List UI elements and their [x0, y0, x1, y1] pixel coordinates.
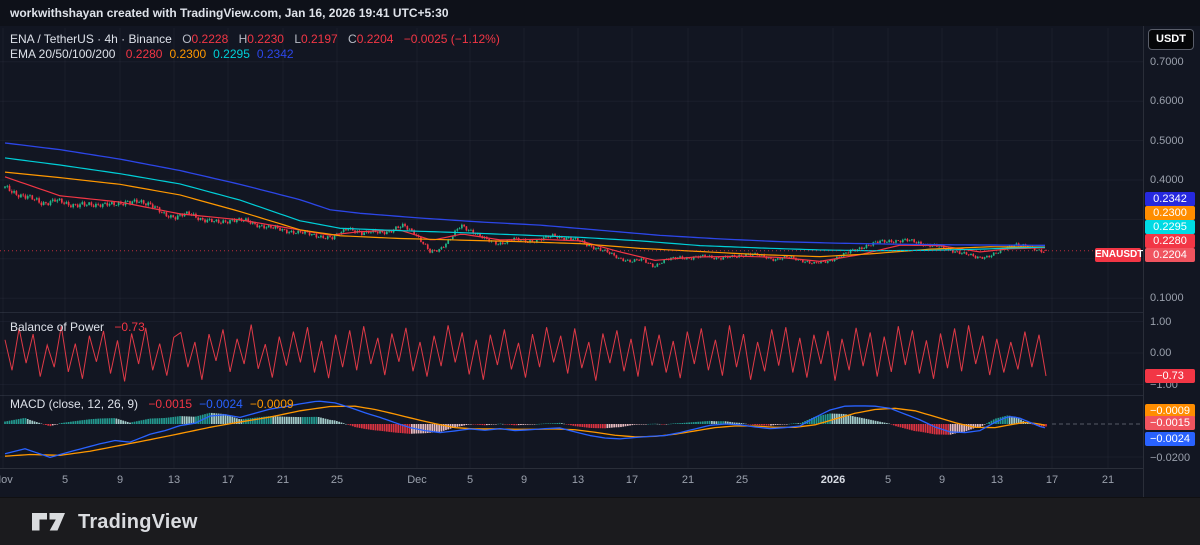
open-value: 0.2228	[192, 32, 229, 46]
time-axis-label: 9	[117, 474, 123, 486]
ema-value: 0.2300	[169, 47, 206, 61]
time-axis-label: Dec	[407, 474, 427, 486]
attribution-text: workwithshayan created with TradingView.…	[10, 6, 449, 20]
time-axis[interactable]: Nov 5 9 13 17 21 25 Dec 5 9 13 17 21 25 2026 5 9 13 17 21	[0, 469, 1143, 497]
macd-value: −0.0024	[199, 397, 243, 411]
tradingview-snapshot: workwithshayan created with TradingView.…	[0, 0, 1200, 545]
change-value: −0.0025 (−1.12%)	[404, 32, 500, 46]
ema-value: 0.2280	[126, 47, 163, 61]
time-axis-label: 21	[1102, 474, 1114, 486]
pane-separator-bop[interactable]	[0, 312, 1143, 313]
price-badge: 0.2280	[1145, 234, 1195, 248]
price-badge: 0.2204	[1145, 248, 1195, 262]
high-label: H	[239, 32, 248, 46]
time-axis-label: 17	[626, 474, 638, 486]
symbol-legend[interactable]: ENA / TetherUS · 4h · Binance O0.2228 H0…	[10, 32, 500, 46]
close-value: 0.2204	[357, 32, 394, 46]
high-value: 0.2230	[247, 32, 284, 46]
symbol-title: ENA / TetherUS · 4h · Binance	[10, 32, 172, 46]
time-axis-label: 13	[168, 474, 180, 486]
time-axis-label: 25	[736, 474, 748, 486]
ema-value: 0.2295	[213, 47, 250, 61]
attribution-bar: workwithshayan created with TradingView.…	[0, 0, 1200, 27]
time-axis-label: 5	[467, 474, 473, 486]
ema-legend-values: 0.2280 0.2300 0.2295 0.2342	[119, 47, 294, 61]
price-axis-label: 0.7000	[1144, 55, 1200, 69]
time-axis-label: 17	[222, 474, 234, 486]
price-line-symbol-tag: ENAUSDT	[1095, 248, 1141, 262]
macd-legend[interactable]: MACD (close, 12, 26, 9) −0.0015−0.0024−0…	[10, 397, 294, 411]
currency-toggle-button[interactable]: USDT	[1148, 29, 1194, 50]
chart-panes[interactable]	[0, 26, 1143, 497]
bop-value-badge: −0.73	[1145, 369, 1195, 383]
price-axis-label: 0.6000	[1144, 94, 1200, 108]
tradingview-brand-text[interactable]: TradingView	[78, 511, 198, 534]
time-axis-label: 5	[885, 474, 891, 486]
bop-legend-title: Balance of Power	[10, 320, 104, 334]
price-axis[interactable]: USDT 0.70000.60000.50000.40000.30000.200…	[1143, 26, 1200, 497]
time-axis-label: 25	[331, 474, 343, 486]
price-axis-label: 0.1000	[1144, 291, 1200, 305]
low-value: 0.2197	[301, 32, 338, 46]
time-axis-label: Nov	[0, 474, 13, 486]
tradingview-logo-icon[interactable]	[30, 508, 68, 536]
price-axis-label: 0.5000	[1144, 134, 1200, 148]
price-badge: 0.2342	[1145, 192, 1195, 206]
bop-legend-value: −0.73	[114, 320, 144, 334]
macd-legend-title: MACD (close, 12, 26, 9)	[10, 397, 138, 411]
macd-value-badge: −0.0024	[1145, 432, 1195, 446]
price-badge: 0.2300	[1145, 206, 1195, 220]
ema-value: 0.2342	[257, 47, 294, 61]
macd-axis-label: −0.0200	[1144, 451, 1200, 465]
time-axis-label: 21	[277, 474, 289, 486]
chart-area: ENA / TetherUS · 4h · Binance O0.2228 H0…	[0, 26, 1200, 497]
time-axis-separator	[0, 468, 1200, 469]
candle-bodies	[4, 186, 1047, 268]
time-axis-label: 5	[62, 474, 68, 486]
time-axis-label: 9	[939, 474, 945, 486]
ema-legend-title: EMA 20/50/100/200	[10, 47, 115, 61]
time-axis-label: 13	[991, 474, 1003, 486]
time-axis-label: 21	[682, 474, 694, 486]
close-label: C	[348, 32, 357, 46]
price-badge: 0.2295	[1145, 220, 1195, 234]
bop-axis-label: 0.00	[1144, 346, 1200, 360]
low-label: L	[294, 32, 301, 46]
footer-bar: TradingView	[0, 497, 1200, 545]
chart-canvas[interactable]	[0, 26, 1143, 497]
candle-wicks	[5, 184, 1046, 267]
pane-separator-macd[interactable]	[0, 395, 1143, 396]
ema-legend[interactable]: EMA 20/50/100/200 0.2280 0.2300 0.2295 0.23…	[10, 47, 294, 61]
macd-value: −0.0015	[148, 397, 192, 411]
macd-value: −0.0009	[250, 397, 294, 411]
time-axis-label: 2026	[821, 474, 845, 486]
bop-axis-label: 1.00	[1144, 315, 1200, 329]
time-axis-label: 13	[572, 474, 584, 486]
time-axis-label: 17	[1046, 474, 1058, 486]
price-axis-label: 0.4000	[1144, 173, 1200, 187]
bop-legend[interactable]: Balance of Power −0.73	[10, 320, 145, 334]
macd-legend-values: −0.0015 −0.0024 −0.0009	[141, 397, 293, 411]
time-axis-label: 9	[521, 474, 527, 486]
macd-value-badge: −0.0015	[1145, 416, 1195, 430]
open-label: O	[182, 32, 191, 46]
